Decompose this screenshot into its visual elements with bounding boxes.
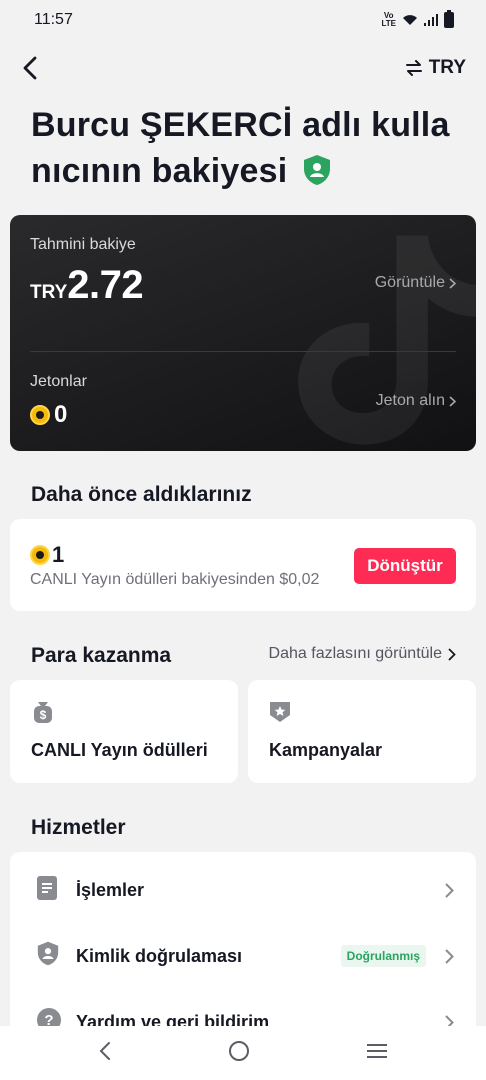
campaigns-card[interactable]: Kampanyalar	[248, 680, 476, 783]
balance-currency: TRY	[30, 282, 68, 303]
chevron-right-icon	[448, 647, 456, 661]
currency-label: TRY	[428, 57, 466, 78]
verified-badge: Doğrulanmış	[340, 945, 426, 967]
currency-switch-button[interactable]: TRY	[405, 57, 466, 79]
chevron-left-icon	[23, 56, 37, 80]
svg-text:$: $	[40, 708, 47, 722]
swap-arrows-icon	[405, 60, 422, 76]
balance-card: Tahmini bakiye TRY 2.72 Görüntüle Jetonl…	[10, 215, 476, 451]
status-icons: Vo LTE	[381, 10, 454, 28]
received-coin-count: 1	[52, 542, 65, 567]
chevron-right-icon	[449, 277, 456, 289]
system-nav-bar	[0, 1026, 486, 1080]
status-bar: 11:57 Vo LTE	[0, 0, 486, 40]
divider	[30, 351, 456, 352]
shield-user-icon	[37, 941, 59, 971]
transactions-label: İşlemler	[76, 879, 145, 900]
coin-icon	[30, 405, 50, 425]
nav-back-button[interactable]	[98, 1041, 112, 1066]
top-nav: TRY	[0, 40, 486, 96]
coins-value: 0	[54, 401, 68, 428]
shield-user-icon	[303, 152, 331, 198]
menu-lines-icon	[367, 1043, 387, 1058]
signal-icon	[424, 14, 438, 26]
page-title: Burcu ŞEKERCİ adlı kullanıcının bakiyesi	[0, 102, 486, 198]
money-bag-icon: $	[31, 700, 55, 729]
get-coins-link[interactable]: Jeton alın	[376, 392, 456, 410]
nav-home-button[interactable]	[228, 1040, 250, 1067]
get-coins-label: Jeton alın	[375, 392, 445, 409]
previously-received-title: Daha önce aldıklarınız	[31, 483, 252, 506]
battery-icon	[444, 10, 454, 28]
estimated-balance-label: Tahmini bakiye	[30, 236, 136, 253]
chevron-right-icon	[445, 882, 454, 898]
received-description: CANLI Yayın ödülleri bakiyesinden $0,02	[30, 571, 320, 588]
see-more-label: Daha fazlasını görüntüle	[268, 645, 442, 662]
badge-star-icon	[269, 700, 291, 729]
services-title: Hizmetler	[31, 816, 126, 839]
circle-home-icon	[229, 1040, 249, 1061]
identity-verification-label: Kimlik doğrulaması	[76, 945, 243, 966]
live-rewards-label: CANLI Yayın ödülleri	[31, 740, 208, 760]
chevron-right-icon	[445, 948, 454, 964]
previously-received-card: 1 CANLI Yayın ödülleri bakiyesinden $0,0…	[10, 519, 476, 611]
page-title-text: Burcu ŞEKERCİ adlı kullanıcının bakiyesi	[31, 106, 450, 190]
back-button[interactable]	[18, 56, 42, 80]
tiktok-logo-icon	[298, 235, 476, 445]
campaigns-label: Kampanyalar	[269, 740, 383, 760]
monetization-title: Para kazanma	[31, 644, 172, 667]
balance-amount: TRY 2.72	[30, 263, 144, 308]
identity-verification-row[interactable]: Kimlik doğrulaması Doğrulanmış	[10, 923, 476, 989]
coins-balance: 0	[30, 401, 67, 429]
volte-icon: Vo LTE	[381, 11, 396, 28]
received-coins: 1	[30, 542, 64, 568]
nav-recents-button[interactable]	[366, 1043, 388, 1064]
view-balance-label: Görüntüle	[374, 274, 445, 291]
balance-value: 2.72	[67, 263, 144, 307]
wifi-icon	[403, 15, 417, 25]
document-icon	[37, 875, 57, 905]
coin-icon	[30, 545, 50, 565]
chevron-left-icon	[99, 1041, 110, 1060]
live-rewards-card[interactable]: $ CANLI Yayın ödülleri	[10, 680, 238, 783]
see-more-link[interactable]: Daha fazlasını görüntüle	[269, 645, 456, 663]
status-time: 11:57	[34, 11, 73, 28]
chevron-right-icon	[449, 395, 456, 407]
view-balance-link[interactable]: Görüntüle	[375, 274, 456, 292]
coins-label: Jetonlar	[30, 373, 87, 390]
transactions-row[interactable]: İşlemler	[10, 857, 476, 923]
convert-button[interactable]: Dönüştür	[354, 548, 456, 584]
